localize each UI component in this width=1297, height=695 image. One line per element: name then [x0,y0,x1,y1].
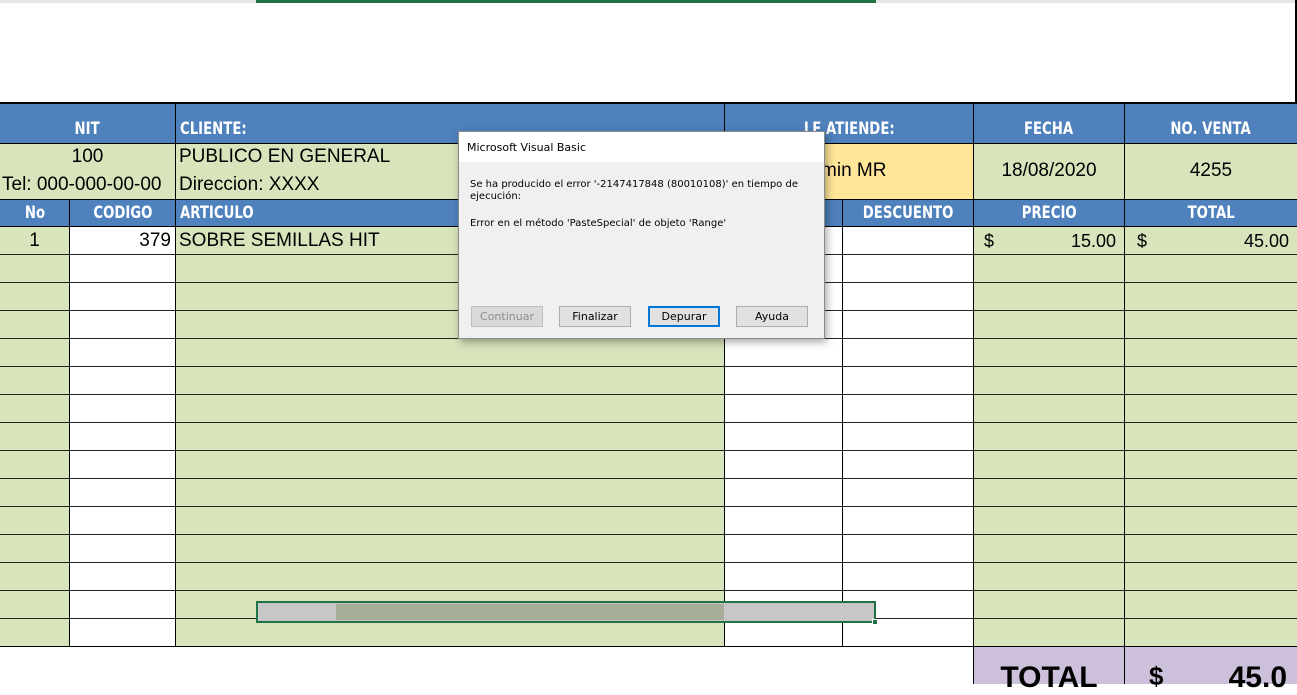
row-gridline [0,590,1297,591]
venta-value-cell[interactable]: 4255 [1125,143,1297,199]
tel-cell[interactable]: Tel: 000-000-00-00 [0,171,175,199]
top-selection-edge [256,0,876,3]
continuar-button[interactable]: Continuar [471,306,543,327]
cell-selection-range[interactable] [256,601,876,623]
vline [175,103,176,647]
vline [842,199,843,647]
dialog-title[interactable]: Microsoft Visual Basic [459,132,824,162]
header-codigo: CODIGO [70,199,175,227]
row1-no[interactable]: 1 [0,227,69,255]
grand-total-value: 45.0 [1228,661,1287,694]
row-gridline [0,478,1297,479]
nit-value-cell[interactable]: 100 [0,143,175,171]
row-gridline [0,450,1297,451]
row1-precio-symbol: $ [984,230,995,251]
dialog-message-method: Error en el método 'PasteSpecial' de obj… [470,218,727,229]
col-codigo-body[interactable] [70,227,175,647]
col-precio-body[interactable] [974,227,1124,647]
fill-handle[interactable] [872,619,878,625]
row1-codigo[interactable]: 379 [70,227,175,255]
finalizar-button[interactable]: Finalizar [559,306,631,327]
header-nit: NIT [0,103,175,143]
grand-total-label: TOTAL [1000,661,1098,694]
vline [1124,103,1125,684]
row1-articulo[interactable]: SOBRE SEMILLAS HIT [176,227,458,255]
cliente-name: PUBLICO EN GENERAL [179,146,391,167]
row-gridline [0,394,1297,395]
row1-precio-value: 15.00 [1070,230,1116,251]
header-no-venta: NO. VENTA [1125,103,1297,143]
ayuda-button[interactable]: Ayuda [736,306,808,327]
col-total-body[interactable] [1125,227,1297,647]
header-descuento: DESCUENTO [843,199,973,227]
vline [973,103,974,684]
header-total: TOTAL [1125,199,1297,227]
fecha-value: 18/08/2020 [1001,160,1097,181]
nit-value: 100 [71,146,104,167]
grand-total-symbol: $ [1149,661,1164,691]
row1-precio[interactable]: $ 15.00 [974,227,1124,255]
venta-value: 4255 [1189,160,1233,181]
direccion-value: Direccion: XXXX [179,174,320,195]
row1-total[interactable]: $ 45.00 [1125,227,1297,255]
row-gridline [0,562,1297,563]
vba-error-dialog: Microsoft Visual Basic Se ha producido e… [458,131,825,339]
dialog-message-runtime: Se ha producido el error '-2147417848 (8… [470,179,798,202]
col-no-body[interactable] [0,227,69,647]
row-gridline [0,534,1297,535]
header-fecha: FECHA [974,103,1124,143]
vline [69,199,70,647]
header-precio: PRECIO [974,199,1124,227]
row-gridline [0,422,1297,423]
row1-total-value: 45.00 [1243,230,1289,251]
header-no: No [0,199,69,227]
grand-total-value-cell[interactable]: $ 45.0 [1125,647,1297,694]
tel-value: Tel: 000-000-00-00 [2,174,162,195]
row-gridline [0,366,1297,367]
grand-total-label-cell: TOTAL [974,647,1124,694]
hline [0,102,1297,104]
row1-total-symbol: $ [1137,230,1148,251]
row-gridline [0,506,1297,507]
col-descuento-body[interactable] [843,227,973,647]
depurar-button[interactable]: Depurar [648,306,720,327]
fecha-value-cell[interactable]: 18/08/2020 [974,143,1124,199]
